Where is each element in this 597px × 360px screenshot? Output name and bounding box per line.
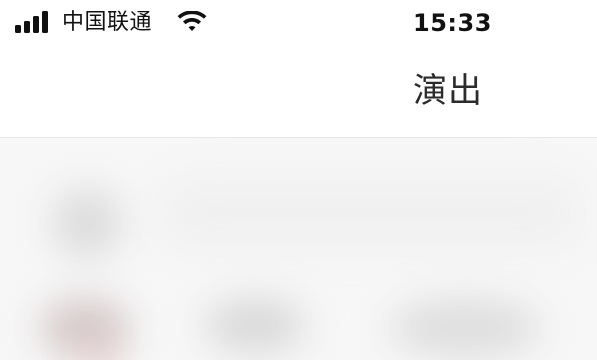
status-bar: 中国联通 15:33	[0, 0, 597, 46]
navigation-bar: 演出	[0, 46, 597, 138]
signal-bars-icon	[15, 11, 53, 33]
carrier-name: 中国联通	[62, 10, 153, 35]
blurred-avatar	[52, 188, 122, 258]
blurred-card-right	[390, 298, 540, 358]
status-time: 15:33	[413, 9, 492, 37]
page-title: 演出	[413, 71, 483, 111]
wifi-icon	[177, 10, 207, 33]
blurred-content-area	[0, 138, 597, 360]
blurred-card-left	[40, 298, 130, 358]
blurred-banner	[160, 178, 580, 248]
blurred-card-middle	[205, 298, 305, 353]
